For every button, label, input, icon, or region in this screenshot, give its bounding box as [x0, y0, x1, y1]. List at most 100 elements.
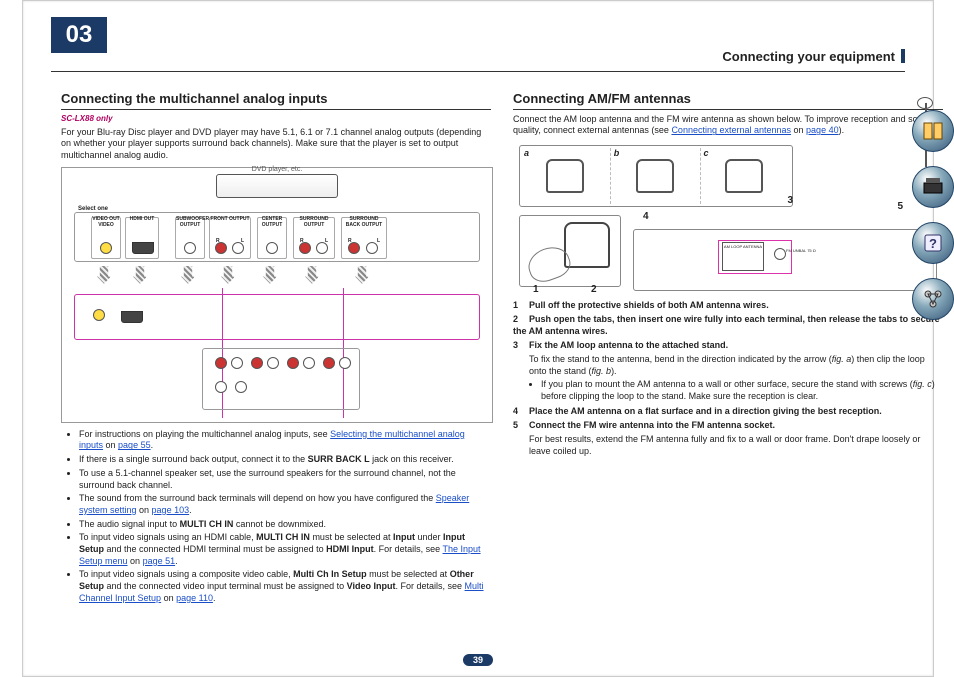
arrow-icon: [263, 266, 277, 284]
left-notes: For instructions on playing the multicha…: [61, 429, 491, 605]
right-heading: Connecting AM/FM antennas: [513, 91, 943, 110]
step-bullet: If you plan to mount the AM antenna to a…: [541, 378, 943, 402]
rca-icon: [251, 357, 263, 369]
output-label: HDMI OUT: [126, 216, 158, 222]
analog-diagram: DVD player, etc. Select one VIDEO OUT VI…: [61, 167, 493, 423]
step: 5Connect the FM wire antenna into the FM…: [513, 419, 943, 431]
book-icon[interactable]: [912, 110, 954, 152]
output-label: FRONT OUTPUT: [210, 216, 250, 222]
step-marker: 5: [897, 201, 903, 212]
am-terminal: AM LOOP ANTENNA: [722, 242, 764, 271]
note-item: To input video signals using an HDMI cab…: [79, 532, 491, 567]
step-sub: For best results, extend the FM antenna …: [529, 433, 943, 457]
page-link[interactable]: page 40: [806, 125, 839, 135]
rca-icon: [215, 357, 227, 369]
note-item: To use a 5.1-channel speaker set, use th…: [79, 468, 491, 491]
output-group: VIDEO OUT VIDEO: [91, 217, 121, 259]
header-rule: [51, 71, 905, 72]
output-group: SURROUND BACK OUTPUTRL: [341, 217, 387, 259]
page-frame: 03 Connecting your equipment Connecting …: [22, 0, 934, 677]
fm-label: FM UNBAL 75 Ω: [786, 248, 816, 253]
step: 1Pull off the protective shields of both…: [513, 299, 943, 311]
fig-b-label: b: [614, 148, 620, 158]
rca-icon: [323, 357, 335, 369]
left-heading: Connecting the multichannel analog input…: [61, 91, 491, 110]
arrow-icon: [133, 266, 147, 284]
hdmi-in-icon: [121, 311, 143, 323]
output-group: FRONT OUTPUTRL: [209, 217, 251, 259]
note-item: If there is a single surround back outpu…: [79, 454, 491, 466]
dvd-label: DVD player, etc.: [252, 166, 303, 173]
am-loop-icon: [564, 222, 610, 268]
am-assembly: [519, 215, 621, 287]
am-loop-icon: [546, 159, 584, 193]
step-sub: To fix the stand to the antenna, bend in…: [529, 353, 943, 377]
page-number: 39: [463, 654, 493, 666]
device-icon[interactable]: [912, 166, 954, 208]
arrow-icon: [355, 266, 369, 284]
ext-antenna-link[interactable]: Connecting external antennas: [671, 125, 791, 135]
note-item: For instructions on playing the multicha…: [79, 429, 491, 452]
am-loop-icon: [636, 159, 674, 193]
output-label: VIDEO OUT VIDEO: [92, 216, 120, 228]
output-label: SURROUND BACK OUTPUT: [342, 216, 386, 228]
fm-terminal: [774, 248, 786, 260]
fig-abc: a b c: [519, 145, 793, 207]
arrow-icon: [181, 266, 195, 284]
right-steps: 1Pull off the protective shields of both…: [513, 299, 943, 458]
fig-c-label: c: [704, 148, 709, 158]
rca-icon: [100, 242, 112, 254]
note-item: The sound from the surround back termina…: [79, 493, 491, 516]
arrow-icon: [221, 266, 235, 284]
note-item: The audio signal input to MULTI CH IN ca…: [79, 519, 491, 531]
page-header: Connecting your equipment: [722, 49, 905, 64]
nav-sidebar: ?: [912, 110, 954, 334]
source-panel: VIDEO OUT VIDEOHDMI OUTSUBWOOFER OUTPUTF…: [74, 212, 480, 262]
right-column: Connecting AM/FM antennas Connect the AM…: [513, 91, 943, 458]
step-marker: 4: [643, 211, 649, 222]
help-icon[interactable]: ?: [912, 222, 954, 264]
rca-icon: [235, 381, 247, 393]
output-group: SUBWOOFER OUTPUT: [175, 217, 205, 259]
receiver-row: [74, 294, 480, 340]
rca-icon: [303, 357, 315, 369]
fig-a-label: a: [524, 148, 529, 158]
video-in-icon: [93, 309, 105, 321]
page-link[interactable]: page 103: [152, 505, 190, 515]
page-link[interactable]: page 110: [176, 593, 213, 603]
arrow-icon: [97, 266, 111, 284]
receiver-back: AM LOOP ANTENNA FM UNBAL 75 Ω: [633, 229, 937, 291]
rca-icon: [266, 242, 278, 254]
am-loop-icon: [725, 159, 763, 193]
model-note: SC-LX88 only: [61, 114, 491, 123]
rca-icon: [184, 242, 196, 254]
header-bar: [901, 49, 905, 63]
right-intro: Connect the AM loop antenna and the FM w…: [513, 114, 943, 137]
output-label: CENTER OUTPUT: [258, 216, 286, 228]
chapter-tab: 03: [51, 17, 107, 53]
antenna-diagram: a b c AM LOOP ANTENNA FM UNBAL 75 Ω 1 2 …: [513, 143, 943, 293]
rca-icon: [287, 357, 299, 369]
arrow-icon: [305, 266, 319, 284]
rca-icon: [339, 357, 351, 369]
page-link[interactable]: page 51: [143, 556, 176, 566]
rca-icon: [267, 357, 279, 369]
step: 3Fix the AM loop antenna to the attached…: [513, 339, 943, 351]
step: 4Place the AM antenna on a flat surface …: [513, 405, 943, 417]
output-group: SURROUND OUTPUTRL: [293, 217, 335, 259]
dvd-player-icon: [216, 174, 338, 198]
left-column: Connecting the multichannel analog input…: [61, 91, 491, 606]
output-group: HDMI OUT: [125, 217, 159, 259]
network-icon[interactable]: [912, 278, 954, 320]
page-link[interactable]: page 55: [118, 440, 151, 450]
step-marker: 2: [591, 284, 597, 295]
select-one-label: Select one: [78, 206, 108, 212]
svg-text:?: ?: [929, 236, 937, 251]
output-label: SURROUND OUTPUT: [294, 216, 334, 228]
output-group: CENTER OUTPUT: [257, 217, 287, 259]
receiver-detail: [202, 348, 360, 410]
note-item: To input video signals using a composite…: [79, 569, 491, 604]
step: 2Push open the tabs, then insert one wir…: [513, 313, 943, 337]
left-intro: For your Blu-ray Disc player and DVD pla…: [61, 127, 491, 161]
step-marker: 1: [533, 284, 539, 295]
